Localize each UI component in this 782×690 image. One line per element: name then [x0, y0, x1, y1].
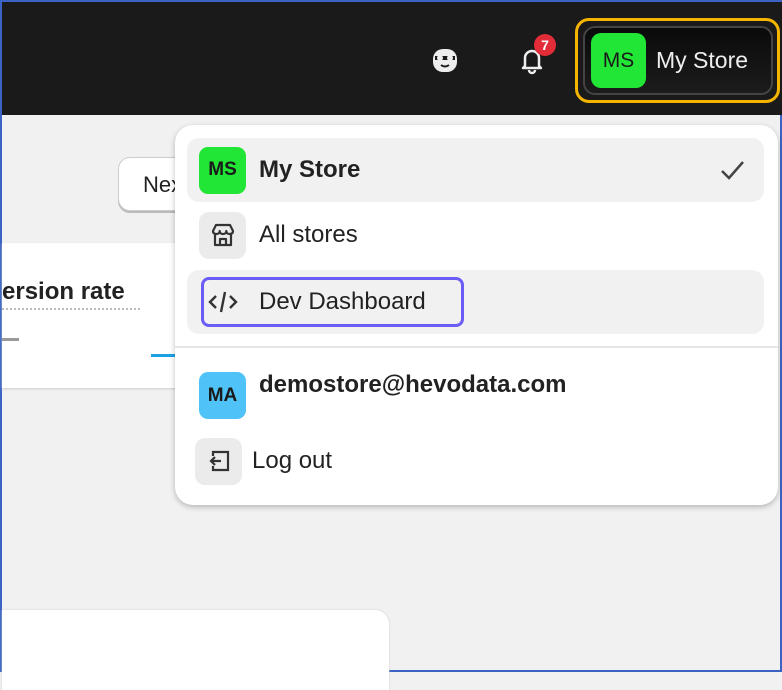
account-email: demostore@hevodata.com [259, 371, 567, 398]
all-stores-label: All stores [259, 221, 358, 248]
conversion-rate-title: ersion rate [2, 278, 125, 305]
account-avatar: MA [199, 372, 246, 419]
store-menu-button[interactable]: MS My Store [583, 26, 773, 95]
checkmark-icon [721, 161, 744, 180]
notification-badge: 7 [534, 34, 556, 56]
store-dropdown-menu: MS My Store All stores Dev Dashboard MA … [175, 125, 778, 505]
logout-label: Log out [252, 447, 333, 474]
store-name: My Store [656, 47, 749, 73]
menu-item-current-store[interactable]: MS My Store [187, 138, 764, 202]
lower-card [2, 610, 389, 690]
store-icon [199, 211, 246, 259]
logout-icon [195, 437, 242, 485]
chart-line-gray [2, 338, 19, 341]
menu-item-all-stores[interactable]: All stores [187, 203, 764, 267]
title-underline [2, 308, 140, 310]
menu-item-dev-dashboard[interactable]: Dev Dashboard [187, 270, 764, 334]
sidekick-face-icon[interactable] [427, 42, 463, 78]
store-avatar: MS [591, 33, 646, 88]
menu-item-logout[interactable]: Log out [187, 429, 764, 493]
current-store-name: My Store [259, 156, 361, 183]
menu-divider [175, 346, 778, 348]
current-store-avatar: MS [199, 146, 246, 194]
focus-ring [201, 277, 464, 327]
menu-item-account[interactable]: MA demostore@hevodata.com [187, 363, 764, 427]
